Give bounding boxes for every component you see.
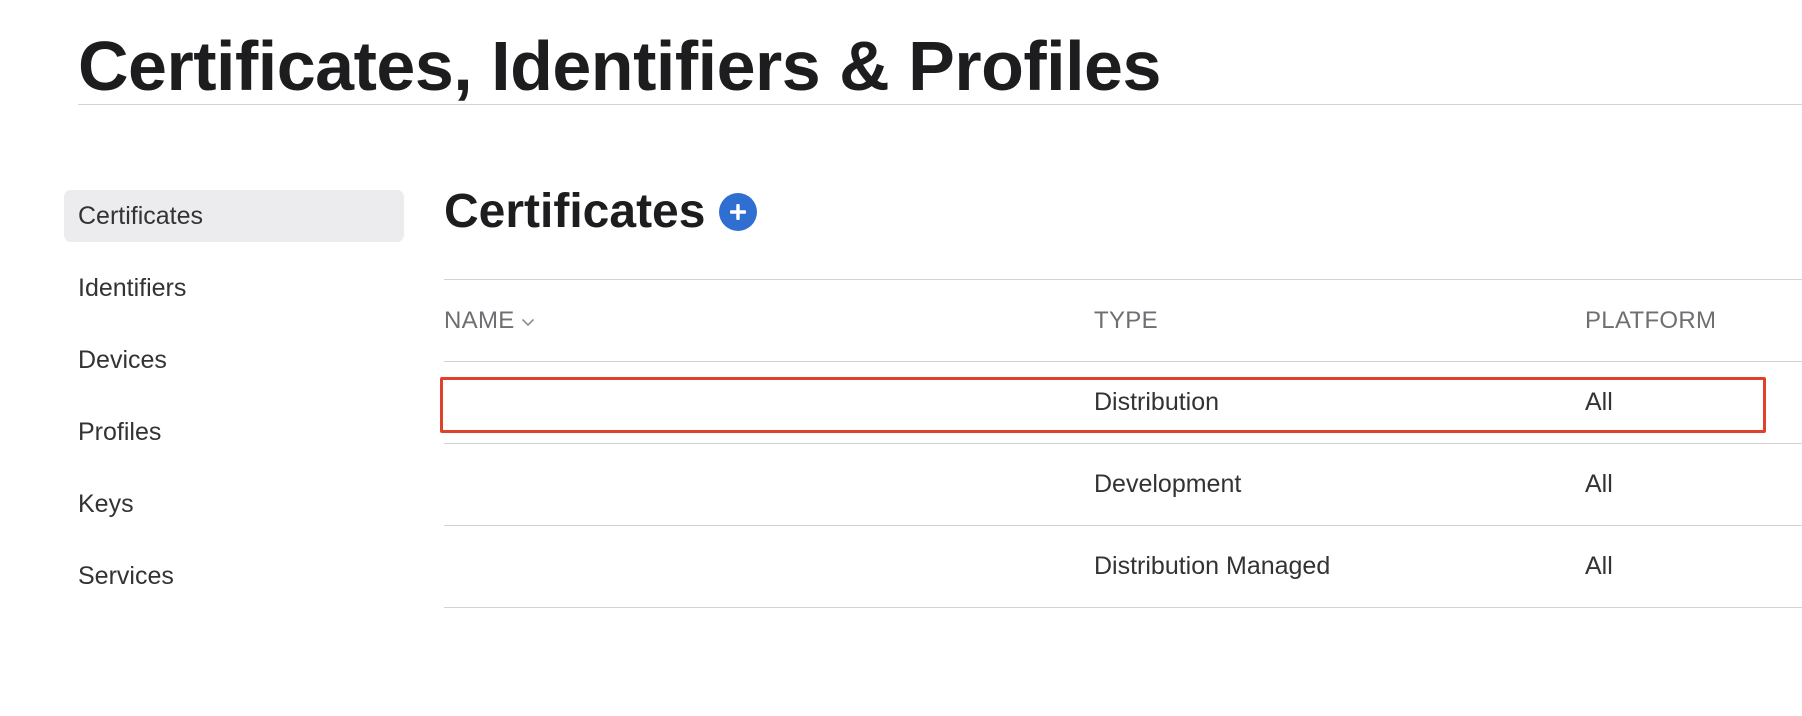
table-cell-platform: All [1585, 552, 1613, 580]
sidebar-item-identifiers[interactable]: Identifiers [64, 262, 404, 314]
column-header-name[interactable]: NAME [444, 280, 535, 361]
plus-circle-icon [730, 204, 747, 220]
table-cell-type: Development [1094, 470, 1242, 498]
table-row[interactable]: Development All [444, 443, 1802, 525]
sidebar-item-devices[interactable]: Devices [64, 334, 404, 386]
table-cell-platform: All [1585, 470, 1613, 498]
sidebar: Certificates Identifiers Devices Profile… [64, 190, 404, 622]
column-header-type: TYPE [1094, 307, 1158, 334]
table-cell-type: Distribution Managed [1094, 552, 1331, 580]
table-row[interactable]: Distribution Managed All [444, 525, 1802, 608]
column-header-platform: PLATFORM [1585, 307, 1717, 334]
table-cell-platform: All [1585, 388, 1613, 416]
sort-by-name-button[interactable]: NAME [444, 280, 535, 361]
chevron-down-icon [521, 318, 534, 327]
sidebar-item-services[interactable]: Services [64, 550, 404, 602]
section-title: Certificates [444, 185, 706, 238]
sidebar-item-profiles[interactable]: Profiles [64, 406, 404, 458]
add-certificate-button[interactable] [719, 193, 758, 231]
certificates-table: NAME TYPE PLATFORM Distribution All Deve… [440, 279, 1802, 608]
title-divider [78, 104, 1802, 105]
page-title: Certificates, Identifiers & Profiles [78, 27, 1161, 105]
table-header-row: NAME TYPE PLATFORM [444, 279, 1802, 361]
table-cell-type: Distribution [1094, 388, 1220, 416]
section-header: Certificates [444, 180, 758, 244]
column-header-name-label: NAME [444, 307, 515, 334]
table-row[interactable]: Distribution All [440, 361, 1802, 443]
sidebar-item-keys[interactable]: Keys [64, 478, 404, 530]
sidebar-item-certificates[interactable]: Certificates [64, 190, 404, 242]
